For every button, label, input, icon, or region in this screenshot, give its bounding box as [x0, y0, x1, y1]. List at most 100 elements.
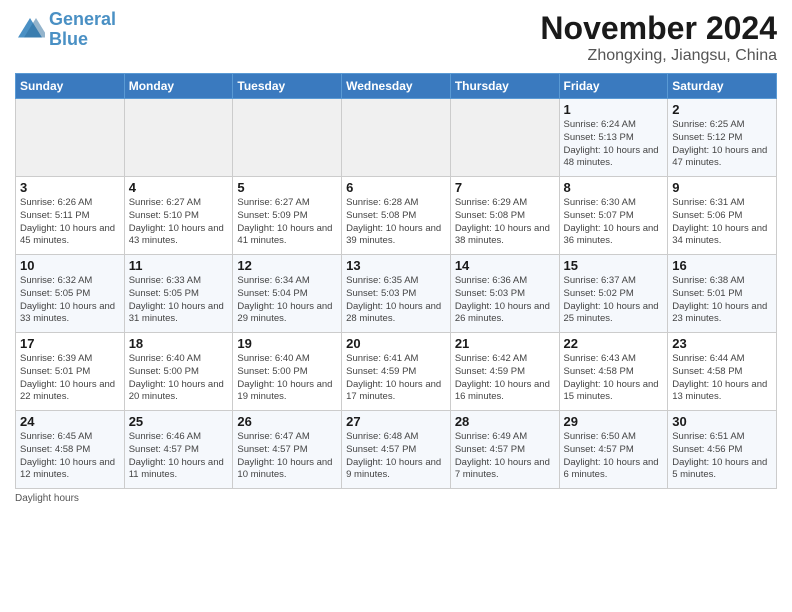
- calendar-cell: 10Sunrise: 6:32 AM Sunset: 5:05 PM Dayli…: [16, 255, 125, 333]
- day-info: Sunrise: 6:29 AM Sunset: 5:08 PM Dayligh…: [455, 197, 555, 248]
- day-number: 3: [20, 180, 120, 195]
- day-info: Sunrise: 6:35 AM Sunset: 5:03 PM Dayligh…: [346, 275, 446, 326]
- day-info: Sunrise: 6:32 AM Sunset: 5:05 PM Dayligh…: [20, 275, 120, 326]
- calendar-cell: [450, 99, 559, 177]
- day-number: 22: [564, 336, 664, 351]
- logo-icon: [15, 15, 45, 45]
- day-number: 28: [455, 414, 555, 429]
- daylight-label: Daylight hours: [15, 493, 79, 504]
- day-info: Sunrise: 6:46 AM Sunset: 4:57 PM Dayligh…: [129, 431, 229, 482]
- day-info: Sunrise: 6:40 AM Sunset: 5:00 PM Dayligh…: [129, 353, 229, 404]
- day-number: 18: [129, 336, 229, 351]
- day-number: 24: [20, 414, 120, 429]
- calendar-cell: 24 Sunrise: 6:45 AM Sunset: 4:58 PM Dayli…: [16, 411, 125, 489]
- calendar-cell: 19Sunrise: 6:40 AM Sunset: 5:00 PM Dayli…: [233, 333, 342, 411]
- calendar-cell: 21 Sunrise: 6:42 AM Sunset: 4:59 PM Dayli…: [450, 333, 559, 411]
- day-number: 23: [672, 336, 772, 351]
- day-number: 5: [237, 180, 337, 195]
- calendar-cell: 25Sunrise: 6:46 AM Sunset: 4:57 PM Dayli…: [124, 411, 233, 489]
- day-info: Sunrise: 6:38 AM Sunset: 5:01 PM Dayligh…: [672, 275, 772, 326]
- day-number: 16: [672, 258, 772, 273]
- day-info: Sunrise: 6:45 AM Sunset: 4:58 PM Dayligh…: [20, 431, 120, 482]
- calendar-cell: [16, 99, 125, 177]
- day-info: Sunrise: 6:51 AM Sunset: 4:56 PM Dayligh…: [672, 431, 772, 482]
- day-info: Sunrise: 6:27 AM Sunset: 5:09 PM Dayligh…: [237, 197, 337, 248]
- day-number: 11: [129, 258, 229, 273]
- calendar-table: SundayMondayTuesdayWednesdayThursdayFrid…: [15, 73, 777, 489]
- day-number: 7: [455, 180, 555, 195]
- day-info: Sunrise: 6:34 AM Sunset: 5:04 PM Dayligh…: [237, 275, 337, 326]
- calendar-cell: 30 Sunrise: 6:51 AM Sunset: 4:56 PM Dayli…: [668, 411, 777, 489]
- day-number: 2: [672, 102, 772, 117]
- calendar-cell: 17Sunrise: 6:39 AM Sunset: 5:01 PM Dayli…: [16, 333, 125, 411]
- page-container: General Blue November 2024 Zhongxing, Ji…: [0, 0, 792, 514]
- day-info: Sunrise: 6:42 AM Sunset: 4:59 PM Dayligh…: [455, 353, 555, 404]
- logo: General Blue: [15, 10, 116, 50]
- day-info: Sunrise: 6:41 AM Sunset: 4:59 PM Dayligh…: [346, 353, 446, 404]
- week-row-0: 1Sunrise: 6:24 AM Sunset: 5:13 PM Daylig…: [16, 99, 777, 177]
- logo-text: General Blue: [49, 10, 116, 50]
- header-row: SundayMondayTuesdayWednesdayThursdayFrid…: [16, 74, 777, 99]
- calendar-cell: 8Sunrise: 6:30 AM Sunset: 5:07 PM Daylig…: [559, 177, 668, 255]
- calendar-cell: [342, 99, 451, 177]
- calendar-cell: 23 Sunrise: 6:44 AM Sunset: 4:58 PM Dayli…: [668, 333, 777, 411]
- day-info: Sunrise: 6:39 AM Sunset: 5:01 PM Dayligh…: [20, 353, 120, 404]
- calendar-cell: 14Sunrise: 6:36 AM Sunset: 5:03 PM Dayli…: [450, 255, 559, 333]
- day-number: 27: [346, 414, 446, 429]
- day-info: Sunrise: 6:47 AM Sunset: 4:57 PM Dayligh…: [237, 431, 337, 482]
- day-info: Sunrise: 6:50 AM Sunset: 4:57 PM Dayligh…: [564, 431, 664, 482]
- calendar-cell: 7 Sunrise: 6:29 AM Sunset: 5:08 PM Daylig…: [450, 177, 559, 255]
- day-number: 30: [672, 414, 772, 429]
- calendar-cell: 2 Sunrise: 6:25 AM Sunset: 5:12 PM Daylig…: [668, 99, 777, 177]
- footer: Daylight hours: [15, 493, 777, 504]
- day-number: 12: [237, 258, 337, 273]
- calendar-cell: 15 Sunrise: 6:37 AM Sunset: 5:02 PM Dayli…: [559, 255, 668, 333]
- day-number: 1: [564, 102, 664, 117]
- calendar-cell: 27Sunrise: 6:48 AM Sunset: 4:57 PM Dayli…: [342, 411, 451, 489]
- day-info: Sunrise: 6:33 AM Sunset: 5:05 PM Dayligh…: [129, 275, 229, 326]
- day-number: 26: [237, 414, 337, 429]
- calendar-cell: 3 Sunrise: 6:26 AM Sunset: 5:11 PM Daylig…: [16, 177, 125, 255]
- day-info: Sunrise: 6:49 AM Sunset: 4:57 PM Dayligh…: [455, 431, 555, 482]
- calendar-cell: [124, 99, 233, 177]
- calendar-cell: 16 Sunrise: 6:38 AM Sunset: 5:01 PM Dayli…: [668, 255, 777, 333]
- calendar-cell: 29 Sunrise: 6:50 AM Sunset: 4:57 PM Dayli…: [559, 411, 668, 489]
- day-info: Sunrise: 6:30 AM Sunset: 5:07 PM Dayligh…: [564, 197, 664, 248]
- day-info: Sunrise: 6:44 AM Sunset: 4:58 PM Dayligh…: [672, 353, 772, 404]
- day-number: 4: [129, 180, 229, 195]
- calendar-cell: 5 Sunrise: 6:27 AM Sunset: 5:09 PM Daylig…: [233, 177, 342, 255]
- day-number: 21: [455, 336, 555, 351]
- calendar-cell: 18 Sunrise: 6:40 AM Sunset: 5:00 PM Dayli…: [124, 333, 233, 411]
- week-row-3: 17Sunrise: 6:39 AM Sunset: 5:01 PM Dayli…: [16, 333, 777, 411]
- month-title: November 2024: [540, 10, 777, 47]
- calendar-cell: 22 Sunrise: 6:43 AM Sunset: 4:58 PM Dayli…: [559, 333, 668, 411]
- day-info: Sunrise: 6:26 AM Sunset: 5:11 PM Dayligh…: [20, 197, 120, 248]
- calendar-cell: 9 Sunrise: 6:31 AM Sunset: 5:06 PM Daylig…: [668, 177, 777, 255]
- calendar-cell: 4 Sunrise: 6:27 AM Sunset: 5:10 PM Daylig…: [124, 177, 233, 255]
- col-header-saturday: Saturday: [668, 74, 777, 99]
- col-header-friday: Friday: [559, 74, 668, 99]
- day-info: Sunrise: 6:25 AM Sunset: 5:12 PM Dayligh…: [672, 119, 772, 170]
- day-info: Sunrise: 6:43 AM Sunset: 4:58 PM Dayligh…: [564, 353, 664, 404]
- calendar-cell: 28 Sunrise: 6:49 AM Sunset: 4:57 PM Dayli…: [450, 411, 559, 489]
- col-header-tuesday: Tuesday: [233, 74, 342, 99]
- day-info: Sunrise: 6:31 AM Sunset: 5:06 PM Dayligh…: [672, 197, 772, 248]
- col-header-sunday: Sunday: [16, 74, 125, 99]
- title-block: November 2024 Zhongxing, Jiangsu, China: [540, 10, 777, 65]
- week-row-1: 3 Sunrise: 6:26 AM Sunset: 5:11 PM Daylig…: [16, 177, 777, 255]
- day-number: 29: [564, 414, 664, 429]
- col-header-wednesday: Wednesday: [342, 74, 451, 99]
- day-number: 9: [672, 180, 772, 195]
- col-header-thursday: Thursday: [450, 74, 559, 99]
- day-info: Sunrise: 6:37 AM Sunset: 5:02 PM Dayligh…: [564, 275, 664, 326]
- calendar-cell: 13 Sunrise: 6:35 AM Sunset: 5:03 PM Dayli…: [342, 255, 451, 333]
- day-number: 20: [346, 336, 446, 351]
- day-number: 15: [564, 258, 664, 273]
- calendar-cell: 12 Sunrise: 6:34 AM Sunset: 5:04 PM Dayli…: [233, 255, 342, 333]
- calendar-cell: [233, 99, 342, 177]
- day-info: Sunrise: 6:27 AM Sunset: 5:10 PM Dayligh…: [129, 197, 229, 248]
- calendar-cell: 6Sunrise: 6:28 AM Sunset: 5:08 PM Daylig…: [342, 177, 451, 255]
- calendar-cell: 26 Sunrise: 6:47 AM Sunset: 4:57 PM Dayli…: [233, 411, 342, 489]
- day-info: Sunrise: 6:36 AM Sunset: 5:03 PM Dayligh…: [455, 275, 555, 326]
- day-number: 13: [346, 258, 446, 273]
